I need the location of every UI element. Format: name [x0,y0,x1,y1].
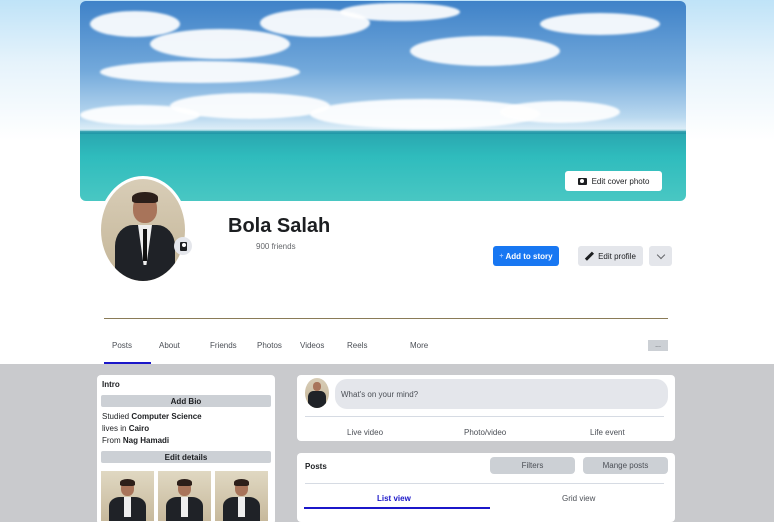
whats-on-your-mind-input[interactable]: What's on your mind? [335,379,668,409]
tab-photos[interactable]: Photos [257,341,282,350]
post-composer: What's on your mind? Live video Photo/vi… [297,375,675,441]
edit-details-button[interactable]: Edit details [101,451,271,463]
chevron-down-icon [656,250,665,259]
edit-profile-label: Edit profile [598,251,636,261]
edit-cover-photo-button[interactable]: Edit cover photo [565,171,662,191]
add-to-story-button[interactable]: + Add to story [493,246,559,266]
lives-line: lives in Cairo [102,424,150,433]
add-bio-button[interactable]: Add Bio [101,395,271,407]
live-video-button[interactable]: Live video [347,428,383,437]
filters-button[interactable]: Filters [490,457,575,474]
tab-about[interactable]: About [159,341,180,350]
intro-title: Intro [102,380,120,389]
studied-line: Studied Computer Science [102,412,202,421]
camera-icon [179,241,187,251]
photo-video-button[interactable]: Photo/video [464,428,506,437]
friends-count[interactable]: 900 friends [256,242,296,251]
composer-divider [305,416,664,417]
intro-photo[interactable] [158,471,211,521]
update-avatar-button[interactable] [174,237,192,255]
header-divider [104,318,668,319]
pencil-icon [585,252,593,260]
plus-icon: + [499,252,504,260]
posts-title: Posts [305,462,327,471]
tab-videos[interactable]: Videos [300,341,324,350]
tab-more[interactable]: More [410,341,428,350]
cover-photo: Edit cover photo [80,1,686,201]
edit-profile-button[interactable]: Edit profile [578,246,643,266]
tab-posts[interactable]: Posts [112,341,132,350]
profile-avatar[interactable] [98,176,188,284]
from-line: From Nag Hamadi [102,436,170,445]
edit-cover-photo-label: Edit cover photo [591,176,650,186]
grid-view-tab[interactable]: Grid view [562,494,595,503]
posts-card: Posts Filters Mange posts List view Grid… [297,453,675,522]
active-view-indicator [304,507,490,509]
profile-name: Bola Salah [228,215,331,237]
add-to-story-label: Add to story [505,251,553,261]
profile-more-button[interactable] [649,246,672,266]
life-event-button[interactable]: Life event [590,428,625,437]
composer-avatar [305,378,329,408]
tab-reels[interactable]: Reels [347,341,367,350]
list-view-tab[interactable]: List view [377,494,411,503]
intro-card: Intro Add Bio Studied Computer Science l… [97,375,275,522]
intro-photo[interactable] [101,471,154,521]
tabs-overflow-button[interactable]: ... [648,340,668,351]
intro-photo[interactable] [215,471,268,521]
posts-divider [305,483,664,484]
manage-posts-button[interactable]: Mange posts [583,457,668,474]
camera-icon [577,177,587,185]
tab-friends[interactable]: Friends [210,341,237,350]
